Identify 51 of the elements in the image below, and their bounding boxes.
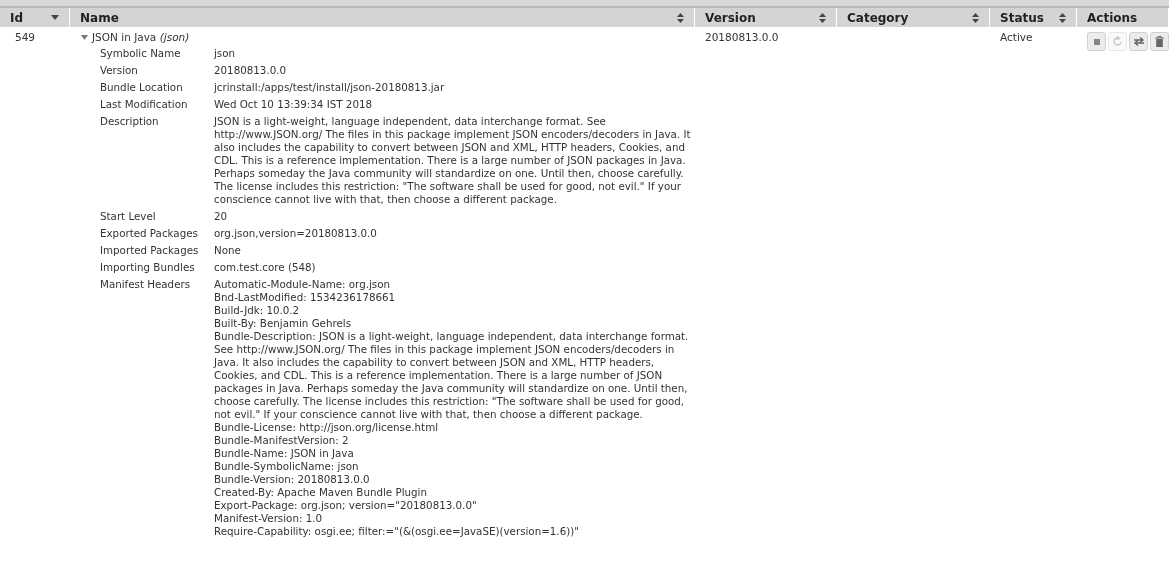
detail-value: None: [214, 244, 242, 257]
column-header[interactable]: Version: [695, 8, 837, 27]
table-cell-text: Active: [999, 30, 1034, 45]
swap-arrows-icon: [1132, 37, 1145, 46]
detail-value: Wed Oct 10 13:39:34 IST 2018: [214, 98, 374, 111]
column-header[interactable]: Category: [837, 8, 990, 27]
expanded-caret-icon[interactable]: [81, 34, 88, 40]
detail-value: Export-Package: org.json; version="20180813.0.0": [214, 499, 478, 512]
detail-value: Require-Capability: osgi.ee; filter:="(&(osgi.ee=JavaSE)(version=1.6))": [214, 525, 580, 538]
detail-value: jcrinstall:/apps/test/install/json-20180813.jar: [214, 81, 446, 94]
detail-value: Bundle-ManifestVersion: 2: [214, 434, 350, 447]
detail-label: Exported Packages: [100, 226, 199, 241]
column-header[interactable]: Id: [0, 8, 70, 27]
detail-value: org.json,version=20180813.0.0: [214, 227, 378, 240]
detail-value: com.test.core (548): [214, 261, 317, 274]
detail-value: Bnd-LastModified: 1534236178661: [214, 291, 397, 304]
detail-value: Bundle-Description: JSON is a light-weight, language independent, data interchange format. See http://www.JSON.org/ The files in this package implement JSON encoders/decoders in Java. It also includes the capability to convert between JSON and XML, HTTP headers, Cookies, and CDL. This is a reference implementation. There is a large number of JSON packages in Java. Perhaps someday the Java community will standardize on one. Until then, choose carefully. The license includes this restriction: "The software shall be used for good, not evil." If your conscience cannot live with that, then choose a different package.: [214, 330, 690, 421]
bundle-name[interactable]: JSON in Java (json): [92, 29, 190, 45]
detail-value: Bundle-License: http://json.org/license.html: [214, 421, 440, 434]
detail-value: Bundle-Version: 20180813.0.0: [214, 473, 371, 486]
detail-value: Created-By: Apache Maven Bundle Plugin: [214, 486, 428, 499]
detail-label: Imported Packages: [100, 243, 200, 258]
detail-value: Built-By: Benjamin Gehrels: [214, 317, 353, 330]
column-header[interactable]: Actions: [1077, 8, 1169, 27]
column-header[interactable]: Status: [990, 8, 1077, 27]
detail-value: 20180813.0.0: [214, 64, 288, 77]
detail-label: Version: [100, 63, 139, 78]
detail-label: Description: [100, 114, 160, 129]
refresh-icon: [1113, 36, 1122, 47]
trash-icon: [1155, 36, 1164, 47]
table-cell-text: 549: [14, 30, 37, 45]
detail-label: Symbolic Name: [100, 46, 182, 61]
detail-value: Manifest-Version: 1.0: [214, 512, 324, 525]
detail-value: Build-Jdk: 10.0.2: [214, 304, 301, 317]
detail-value: 20: [214, 210, 229, 223]
uninstall-button[interactable]: [1150, 32, 1169, 51]
detail-value: Automatic-Module-Name: org.json: [214, 278, 391, 291]
detail-value: Bundle-SymbolicName: json: [214, 460, 360, 473]
detail-label: Manifest Headers: [100, 277, 192, 292]
detail-value: JSON is a light-weight, language independent, data interchange format. See http://www.JSON.org/ The files in this package implement JSON encoders/decoders in Java. It also includes the capability to convert between JSON and XML, HTTP headers, Cookies, and CDL. This is a reference implementation. There is a large number of JSON packages in Java. Perhaps someday the Java community will standardize on one. Until then, choose carefully. The license includes this restriction: "The software shall be used for good, not evil." If your conscience cannot live with that, then choose a different package.: [214, 115, 692, 206]
stop-button[interactable]: [1087, 32, 1106, 51]
detail-label: Last Modification: [100, 97, 189, 112]
detail-label: Start Level: [100, 209, 157, 224]
detail-label: Importing Bundles: [100, 260, 196, 275]
detail-label: Bundle Location: [100, 80, 184, 95]
detail-value: json: [214, 47, 237, 60]
detail-value: Bundle-Name: JSON in Java: [214, 447, 355, 460]
table-cell-text: 20180813.0.0: [704, 30, 780, 45]
update-button[interactable]: [1129, 32, 1148, 51]
stop-icon: [1093, 38, 1100, 45]
column-header[interactable]: Name: [70, 8, 695, 27]
